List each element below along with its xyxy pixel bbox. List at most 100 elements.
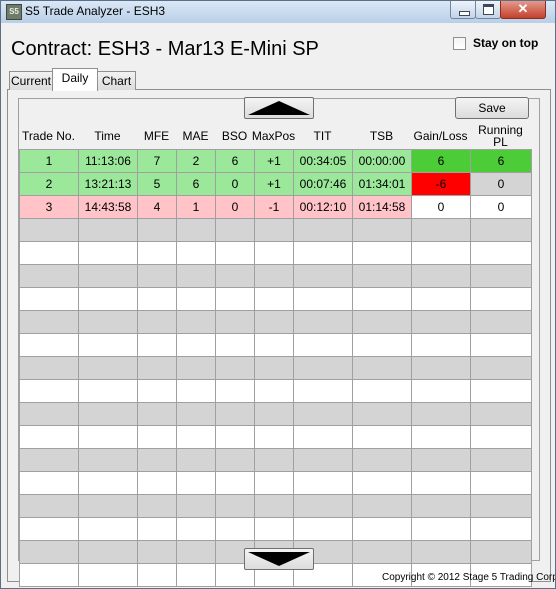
empty-cell[interactable] (293, 517, 353, 541)
empty-cell[interactable] (411, 287, 471, 311)
empty-cell[interactable] (254, 241, 294, 265)
maximize-button[interactable] (475, 1, 501, 19)
empty-cell[interactable] (254, 379, 294, 403)
cell-mae[interactable]: 2 (176, 149, 216, 173)
empty-cell[interactable] (19, 517, 79, 541)
empty-cell[interactable] (176, 540, 216, 564)
empty-cell[interactable] (470, 425, 532, 449)
empty-cell[interactable] (352, 402, 412, 426)
empty-cell[interactable] (411, 333, 471, 357)
empty-cell[interactable] (78, 425, 138, 449)
empty-cell[interactable] (19, 356, 79, 380)
empty-cell[interactable] (254, 264, 294, 288)
cell-tsb[interactable]: 01:14:58 (352, 195, 412, 219)
cell-max-pos[interactable]: +1 (254, 172, 294, 196)
empty-cell[interactable] (470, 540, 532, 564)
empty-cell[interactable] (215, 264, 255, 288)
empty-cell[interactable] (352, 356, 412, 380)
empty-cell[interactable] (293, 471, 353, 495)
empty-cell[interactable] (19, 494, 79, 518)
empty-cell[interactable] (254, 425, 294, 449)
empty-cell[interactable] (19, 563, 79, 587)
empty-cell[interactable] (411, 241, 471, 265)
empty-cell[interactable] (254, 333, 294, 357)
empty-cell[interactable] (470, 402, 532, 426)
tab-chart[interactable]: Chart (97, 71, 136, 90)
cell-tit[interactable]: 00:12:10 (293, 195, 353, 219)
empty-cell[interactable] (176, 356, 216, 380)
empty-cell[interactable] (215, 425, 255, 449)
empty-cell[interactable] (293, 264, 353, 288)
cell-max-pos[interactable]: +1 (254, 149, 294, 173)
empty-cell[interactable] (215, 310, 255, 334)
empty-cell[interactable] (352, 471, 412, 495)
empty-cell[interactable] (352, 264, 412, 288)
empty-cell[interactable] (411, 356, 471, 380)
empty-cell[interactable] (78, 287, 138, 311)
close-button[interactable]: ✕ (500, 1, 546, 19)
empty-cell[interactable] (215, 494, 255, 518)
empty-cell[interactable] (137, 517, 177, 541)
empty-cell[interactable] (78, 563, 138, 587)
empty-cell[interactable] (78, 333, 138, 357)
empty-cell[interactable] (411, 264, 471, 288)
empty-cell[interactable] (19, 448, 79, 472)
empty-cell[interactable] (352, 425, 412, 449)
cell-time[interactable]: 11:13:06 (78, 149, 138, 173)
empty-cell[interactable] (137, 241, 177, 265)
empty-cell[interactable] (19, 379, 79, 403)
cell-bso[interactable]: 0 (215, 172, 255, 196)
cell-time[interactable]: 13:21:13 (78, 172, 138, 196)
empty-cell[interactable] (19, 471, 79, 495)
empty-cell[interactable] (411, 540, 471, 564)
empty-cell[interactable] (137, 356, 177, 380)
tab-daily[interactable]: Daily (52, 68, 98, 91)
empty-cell[interactable] (137, 540, 177, 564)
empty-cell[interactable] (78, 310, 138, 334)
empty-cell[interactable] (254, 218, 294, 242)
empty-cell[interactable] (470, 333, 532, 357)
empty-cell[interactable] (19, 402, 79, 426)
stay-on-top-box[interactable] (453, 36, 466, 50)
empty-cell[interactable] (176, 471, 216, 495)
empty-cell[interactable] (137, 310, 177, 334)
cell-running-pl[interactable]: 0 (470, 172, 532, 196)
empty-cell[interactable] (470, 241, 532, 265)
empty-cell[interactable] (254, 494, 294, 518)
empty-cell[interactable] (293, 494, 353, 518)
empty-cell[interactable] (137, 287, 177, 311)
table-row-empty[interactable] (19, 425, 532, 449)
empty-cell[interactable] (137, 494, 177, 518)
table-row-empty[interactable] (19, 471, 532, 495)
empty-cell[interactable] (78, 402, 138, 426)
stay-on-top-checkbox[interactable]: Stay on top (453, 36, 538, 50)
empty-cell[interactable] (411, 310, 471, 334)
table-row[interactable]: 2 13:21:13 5 6 0 +1 00:07:46 01:34:01 -6 0 (19, 172, 532, 196)
table-row-empty[interactable] (19, 494, 532, 518)
empty-cell[interactable] (215, 448, 255, 472)
empty-cell[interactable] (215, 402, 255, 426)
empty-cell[interactable] (176, 448, 216, 472)
empty-cell[interactable] (254, 310, 294, 334)
table-row[interactable]: 3 14:43:58 4 1 0 -1 00:12:10 01:14:58 0 0 (19, 195, 532, 219)
empty-cell[interactable] (254, 448, 294, 472)
table-row-empty[interactable] (19, 402, 532, 426)
empty-cell[interactable] (215, 517, 255, 541)
empty-cell[interactable] (137, 425, 177, 449)
cell-max-pos[interactable]: -1 (254, 195, 294, 219)
cell-trade-no[interactable]: 1 (19, 149, 79, 173)
table-row-empty[interactable] (19, 333, 532, 357)
cell-tit[interactable]: 00:07:46 (293, 172, 353, 196)
empty-cell[interactable] (293, 379, 353, 403)
table-row-empty[interactable] (19, 379, 532, 403)
tab-current[interactable]: Current (9, 71, 53, 90)
empty-cell[interactable] (411, 402, 471, 426)
table-row-empty[interactable] (19, 241, 532, 265)
table-row[interactable]: 1 11:13:06 7 2 6 +1 00:34:05 00:00:00 6 6 (19, 149, 532, 173)
cell-tsb[interactable]: 01:34:01 (352, 172, 412, 196)
empty-cell[interactable] (352, 333, 412, 357)
cell-running-pl[interactable]: 0 (470, 195, 532, 219)
empty-cell[interactable] (78, 517, 138, 541)
empty-cell[interactable] (78, 356, 138, 380)
empty-cell[interactable] (19, 287, 79, 311)
